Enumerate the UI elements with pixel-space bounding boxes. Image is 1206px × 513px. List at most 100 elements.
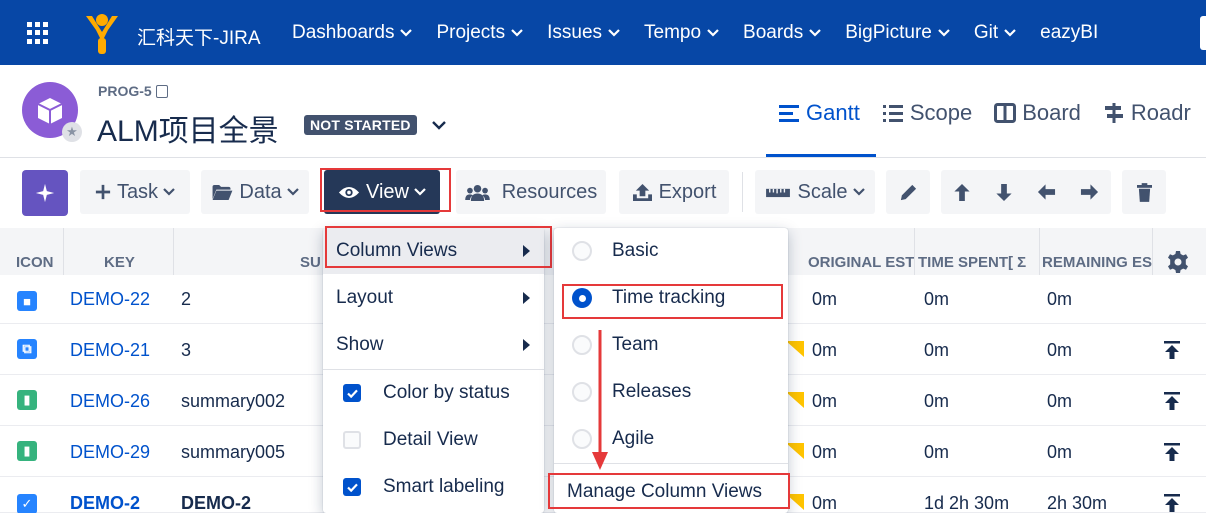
column-header-icon[interactable]: ICON [16, 254, 54, 271]
project-key-text: PROG-5 [98, 83, 152, 99]
smart-labeling-label: Smart labeling [383, 476, 505, 497]
smart-labeling-checkbox[interactable]: Smart labeling [323, 464, 544, 510]
app-switcher-icon[interactable] [27, 22, 49, 44]
pin-to-top-icon[interactable] [1163, 391, 1181, 411]
flag-icon [786, 494, 804, 510]
copy-icon[interactable] [155, 84, 168, 98]
tab-board-label: Board [1022, 100, 1081, 125]
column-view-releases[interactable]: Releases [554, 369, 788, 415]
original-estimate-value: 0m [812, 442, 838, 462]
issue-summary[interactable]: 3 [181, 340, 191, 361]
detail-view-label: Detail View [383, 429, 478, 450]
resources-button[interactable]: Resources [456, 170, 606, 214]
export-button[interactable]: Export [619, 170, 729, 214]
edit-button[interactable] [886, 170, 930, 214]
create-button-edge[interactable] [1200, 16, 1206, 50]
column-view-basic-label: Basic [612, 240, 659, 261]
nav-projects[interactable]: Projects [436, 22, 523, 44]
tab-scope[interactable]: Scope [882, 100, 972, 126]
pin-to-top-icon[interactable] [1163, 442, 1181, 462]
column-header-original-estimate[interactable]: ORIGINAL EST [808, 254, 914, 271]
issue-type-icon: ■ [17, 291, 37, 311]
issue-type-icon: ⧉ [17, 339, 37, 359]
menu-item-column-views[interactable]: Column Views [323, 228, 544, 274]
tab-roadmap[interactable]: Roadr [1103, 100, 1191, 126]
gear-icon[interactable] [1166, 250, 1190, 274]
project-avatar[interactable]: ★ [22, 82, 82, 142]
chevron-down-icon [938, 29, 950, 37]
issue-key-link[interactable]: DEMO-26 [70, 391, 150, 412]
original-estimate-value: 0m [812, 340, 838, 360]
issue-key-link[interactable]: DEMO-22 [70, 289, 150, 310]
tab-board[interactable]: Board [994, 100, 1081, 126]
nav-git[interactable]: Git [974, 22, 1016, 44]
view-button[interactable]: View [324, 170, 440, 214]
plus-icon [95, 184, 111, 200]
issue-key-link[interactable]: DEMO-29 [70, 442, 150, 463]
column-view-agile[interactable]: Agile [554, 416, 788, 462]
gantt-icon [779, 105, 799, 122]
chevron-down-icon [163, 188, 175, 196]
nav-tempo[interactable]: Tempo [644, 22, 719, 44]
arrow-up-icon[interactable] [953, 183, 971, 202]
nav-issues[interactable]: Issues [547, 22, 620, 44]
column-view-agile-label: Agile [612, 428, 655, 449]
scale-button[interactable]: Scale [755, 170, 875, 214]
pin-to-top-icon[interactable] [1163, 340, 1181, 360]
column-view-time-tracking[interactable]: Time tracking [554, 275, 788, 321]
status-badge[interactable]: NOT STARTED [304, 115, 417, 135]
delete-button[interactable] [1122, 170, 1166, 214]
tab-gantt[interactable]: Gantt [778, 100, 860, 126]
column-header-remaining-estimate[interactable]: REMAINING ES [1042, 254, 1152, 271]
chevron-down-icon [511, 29, 523, 37]
annotation-arrow-icon [592, 330, 608, 470]
nav-dashboards-label: Dashboards [292, 22, 395, 43]
nav-bigpicture[interactable]: BigPicture [845, 22, 950, 44]
arrow-right-icon[interactable] [1080, 183, 1099, 201]
data-button[interactable]: Data [201, 170, 309, 214]
column-view-basic[interactable]: Basic [554, 228, 788, 274]
column-header-key[interactable]: KEY [104, 254, 135, 271]
original-estimate-value: 0m [812, 289, 838, 309]
column-header-summary[interactable]: SU [300, 254, 321, 271]
manage-column-views-label: Manage Column Views [567, 481, 763, 502]
jira-logo-icon[interactable] [84, 12, 120, 54]
column-view-releases-label: Releases [612, 381, 692, 402]
chevron-right-icon [523, 339, 530, 351]
issue-summary[interactable]: 2 [181, 289, 191, 310]
site-brand-name[interactable]: 汇科天下-JIRA [137, 23, 261, 50]
chevron-down-icon[interactable] [432, 121, 446, 130]
detail-view-checkbox[interactable]: Detail View [323, 417, 544, 463]
issue-key-link[interactable]: DEMO-21 [70, 340, 150, 361]
tab-roadmap-label: Roadr [1130, 100, 1191, 125]
trash-icon [1136, 182, 1152, 202]
manage-column-views-button[interactable]: Manage Column Views [554, 471, 788, 513]
favorite-star-icon[interactable]: ★ [62, 122, 82, 142]
issue-key-link[interactable]: DEMO-2 [70, 493, 140, 513]
nav-dashboards[interactable]: Dashboards [292, 22, 413, 44]
ai-assistant-button[interactable] [22, 170, 68, 216]
nav-eazybi[interactable]: eazyBI [1040, 22, 1098, 44]
column-header-time-spent[interactable]: TIME SPENT[ Σ [918, 254, 1026, 271]
column-view-team[interactable]: Team [554, 322, 788, 368]
radio-unselected-icon [572, 335, 592, 355]
resources-label: Resources [501, 180, 598, 203]
issue-summary[interactable]: summary002 [181, 391, 285, 412]
main-menu: Dashboards Projects Issues Tempo Boards … [292, 22, 1122, 44]
issue-summary[interactable]: summary005 [181, 442, 285, 463]
nav-boards[interactable]: Boards [743, 22, 822, 44]
time-spent-value: 0m [924, 289, 950, 309]
remaining-estimate-value: 0m [1047, 442, 1073, 462]
time-spent-value: 0m [924, 442, 950, 462]
menu-item-show[interactable]: Show [323, 322, 544, 368]
arrow-down-icon[interactable] [995, 183, 1013, 202]
pin-to-top-icon[interactable] [1163, 493, 1181, 513]
add-task-button[interactable]: Task [80, 170, 190, 214]
issue-type-icon: ✓ [17, 494, 37, 513]
color-by-status-checkbox[interactable]: Color by status [323, 370, 544, 416]
menu-item-layout[interactable]: Layout [323, 275, 544, 321]
issue-type-glyph: ▮ [23, 392, 31, 407]
issue-summary[interactable]: DEMO-2 [181, 493, 251, 513]
flag-icon [786, 392, 804, 408]
arrow-left-icon[interactable] [1037, 183, 1056, 201]
